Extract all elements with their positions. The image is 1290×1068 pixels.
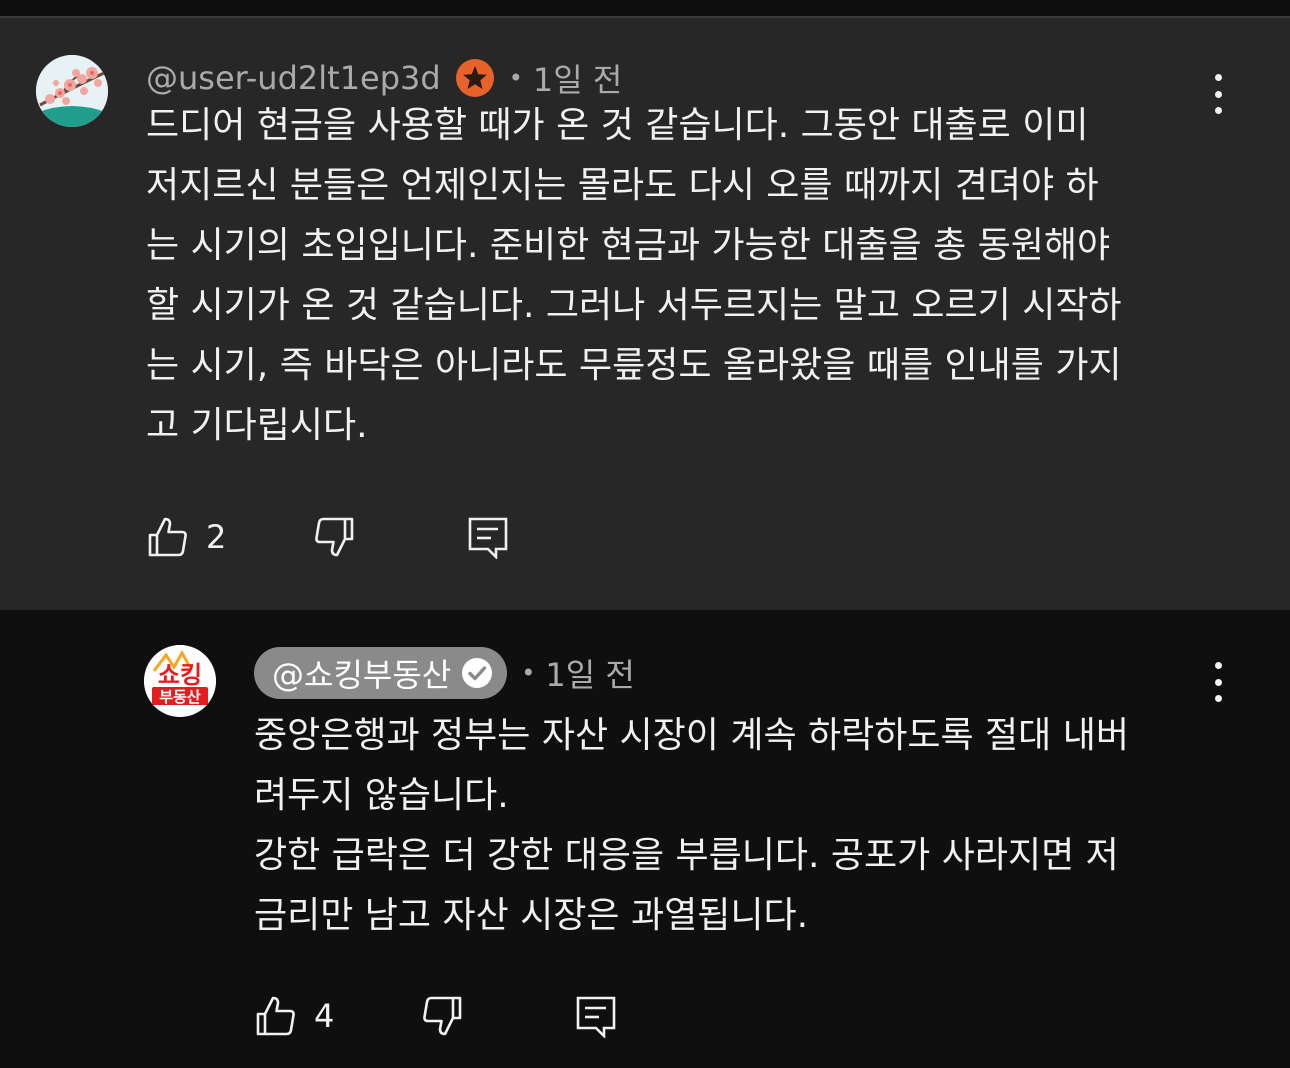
- meta-separator: •: [521, 659, 536, 687]
- creator-handle-pill[interactable]: @쇼킹부동산: [254, 647, 508, 699]
- avatar[interactable]: 쇼킹 부동산: [144, 645, 216, 717]
- comment-author-handle: @쇼킹부동산: [272, 656, 452, 694]
- comment-actions: 4: [254, 994, 618, 1038]
- meta-separator: •: [508, 64, 523, 92]
- comment-text: 중앙은행과 정부는 자산 시장이 계속 하락하도록 절대 내버 려두지 않습니다…: [254, 715, 1129, 936]
- star-badge-icon: [455, 58, 495, 98]
- comment-timestamp[interactable]: 1일 전: [545, 650, 634, 696]
- reply-comment-icon: [468, 517, 508, 559]
- like-button[interactable]: 4: [254, 994, 420, 1038]
- like-count: 4: [314, 997, 335, 1035]
- more-options-icon[interactable]: [1208, 662, 1228, 702]
- reply-comment-icon: [576, 996, 616, 1038]
- channel-logo-avatar-icon: 쇼킹 부동산: [144, 645, 216, 717]
- comment-header: @user-ud2lt1ep3d • 1일 전: [146, 56, 622, 100]
- comment-actions: 2: [146, 515, 510, 559]
- avatar-text-top: 쇼킹: [158, 661, 202, 689]
- like-count: 2: [206, 518, 227, 556]
- thumbs-up-icon: [148, 517, 187, 557]
- comment-author-handle[interactable]: @user-ud2lt1ep3d: [146, 59, 441, 97]
- reply-item: 쇼킹 부동산 @쇼킹부동산 • 1일 전 중앙은행과 정부는 자산 시장이 계속…: [0, 610, 1290, 1068]
- avatar[interactable]: [36, 55, 108, 127]
- cherry-blossom-avatar-icon: [36, 55, 108, 127]
- thumbs-down-icon: [315, 517, 354, 557]
- verified-check-icon: [461, 657, 493, 689]
- comment-item: @user-ud2lt1ep3d • 1일 전 드디어 현금을 사용할 때가 온…: [0, 18, 1290, 610]
- reply-button[interactable]: [574, 994, 618, 1038]
- thumbs-down-icon: [423, 996, 462, 1036]
- comment-header: @쇼킹부동산 • 1일 전: [254, 647, 635, 699]
- dislike-button[interactable]: [420, 994, 574, 1038]
- comment-text: 드디어 현금을 사용할 때가 온 것 같습니다. 그동안 대출로 이미 저지르신…: [146, 105, 1122, 446]
- like-button[interactable]: 2: [146, 515, 312, 559]
- top-divider: [0, 0, 1290, 18]
- reply-button[interactable]: [466, 515, 510, 559]
- dislike-button[interactable]: [312, 515, 466, 559]
- comment-timestamp[interactable]: 1일 전: [533, 55, 622, 101]
- thumbs-up-icon: [256, 996, 295, 1036]
- avatar-text-bottom: 부동산: [159, 688, 201, 706]
